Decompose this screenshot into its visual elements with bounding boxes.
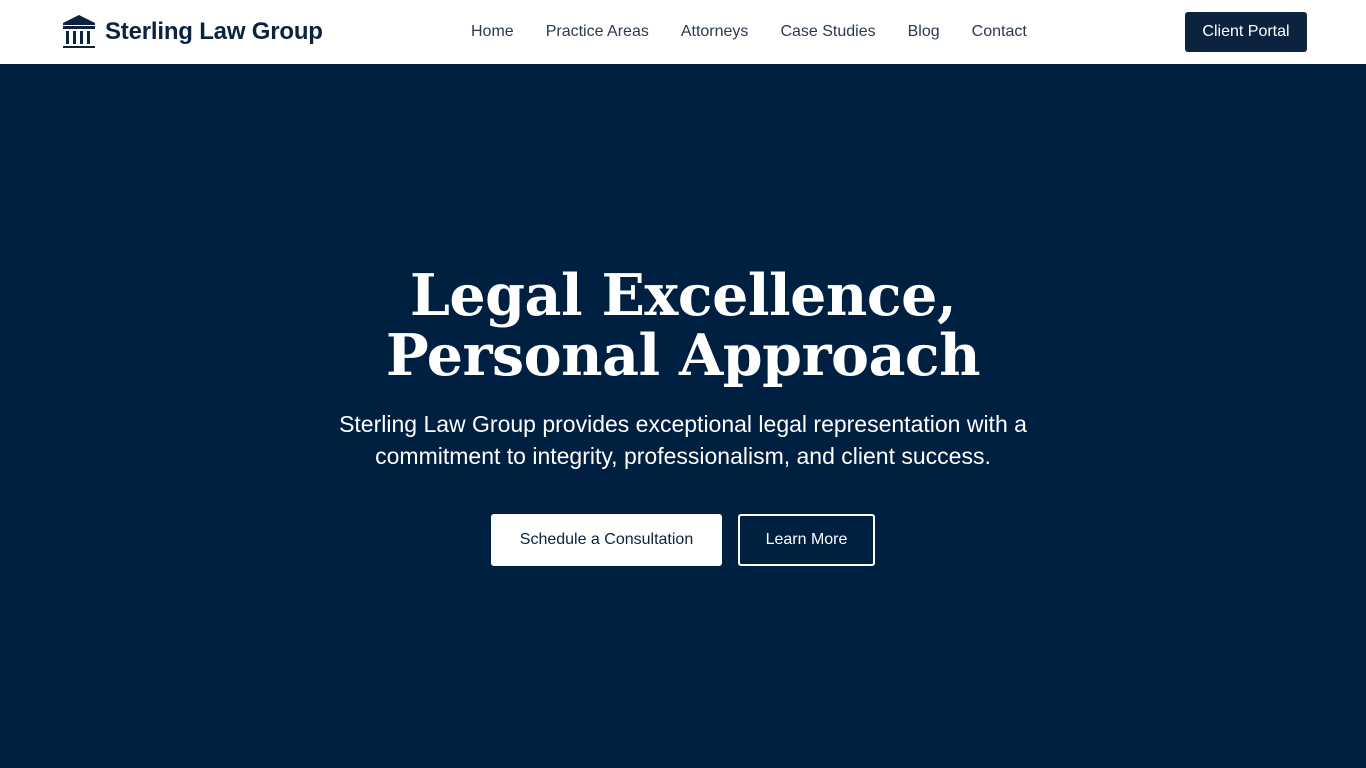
client-portal-button[interactable]: Client Portal [1185,12,1307,52]
main-nav: Home Practice Areas Attorneys Case Studi… [471,0,1027,64]
schedule-consultation-button[interactable]: Schedule a Consultation [491,514,722,566]
hero-section: Legal Excellence, Personal Approach Ster… [0,64,1366,768]
nav-link-case-studies[interactable]: Case Studies [780,22,875,42]
learn-more-button[interactable]: Learn More [738,514,875,566]
hero-title: Legal Excellence, Personal Approach [385,262,981,389]
hero-subtitle: Sterling Law Group provides exceptional … [339,411,1027,469]
nav-link-blog[interactable]: Blog [908,22,940,42]
courthouse-icon [61,14,97,50]
brand-name: Sterling Law Group [105,18,323,45]
nav-link-practice-areas[interactable]: Practice Areas [546,22,649,42]
nav-link-contact[interactable]: Contact [972,22,1027,42]
nav-link-attorneys[interactable]: Attorneys [681,22,749,42]
site-header: Sterling Law Group Home Practice Areas A… [0,0,1366,64]
hero-actions: Schedule a Consultation Learn More [491,514,875,566]
nav-link-home[interactable]: Home [471,22,514,42]
brand-logo-link[interactable]: Sterling Law Group [61,14,323,50]
